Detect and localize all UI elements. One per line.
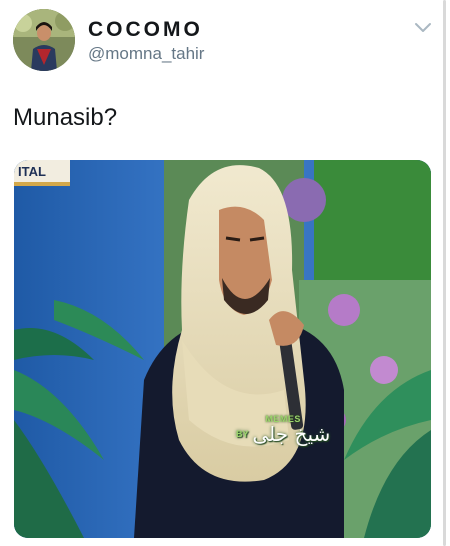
chevron-down-icon[interactable] — [413, 20, 433, 34]
user-avatar[interactable] — [13, 9, 75, 71]
tweet-media-image[interactable]: ITAL MEMES BY شیخ جلی — [14, 160, 431, 538]
tweet-card[interactable]: COCOMO @momna_tahir Munasib? ITAL MEMES … — [0, 0, 450, 546]
user-handle[interactable]: @momna_tahir — [88, 44, 204, 64]
tweet-text: Munasib? — [13, 104, 118, 131]
scrollbar[interactable] — [443, 0, 446, 546]
watermark-name: شیخ جلی — [252, 422, 331, 446]
meme-watermark: MEMES BY شیخ جلی — [236, 414, 330, 446]
background-banner-text: ITAL — [18, 164, 46, 179]
display-name[interactable]: COCOMO — [88, 18, 203, 42]
watermark-by: BY — [236, 429, 249, 439]
